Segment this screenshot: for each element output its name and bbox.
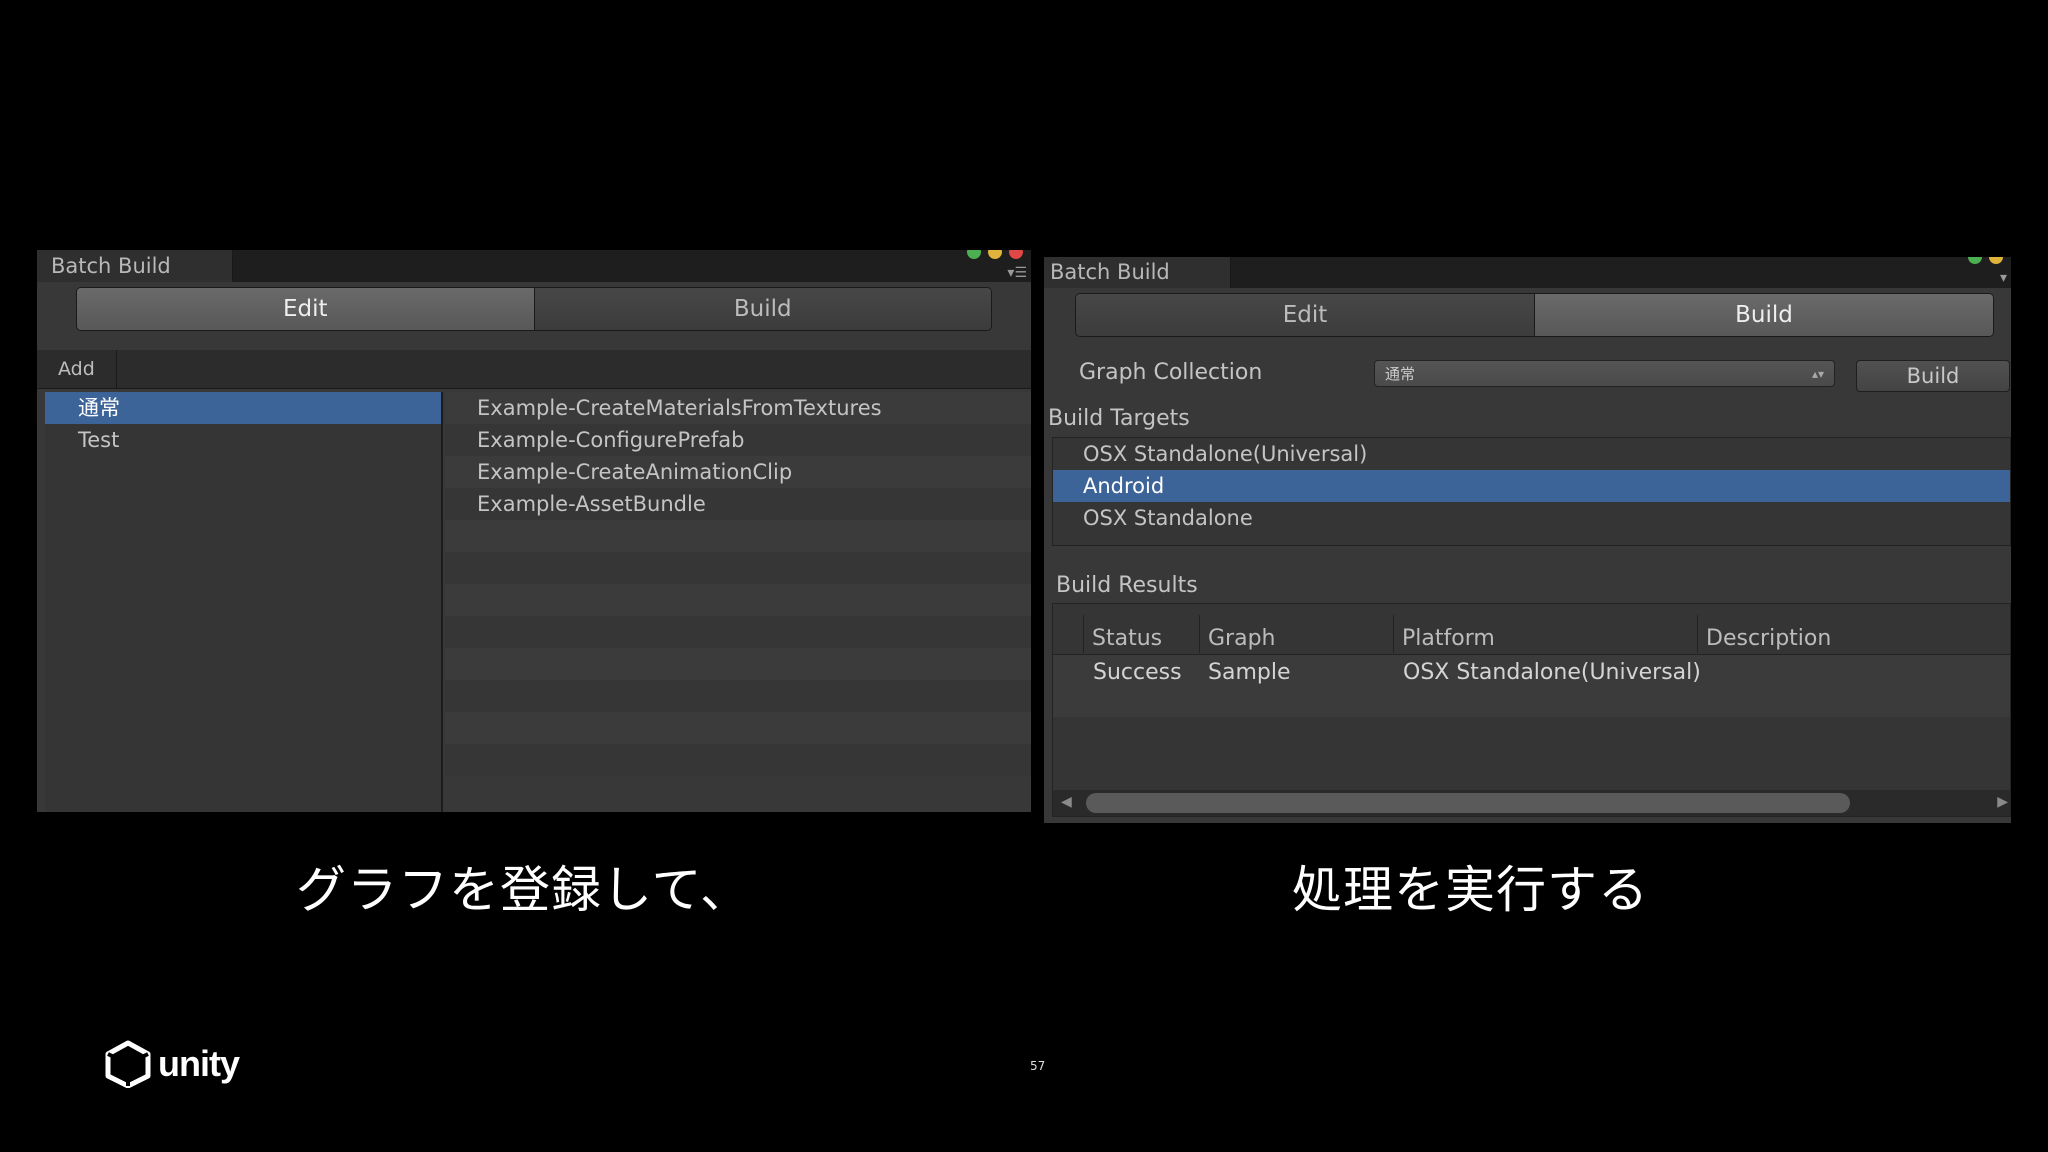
node-list-item: [445, 520, 1031, 552]
updown-arrow-icon: ▴▾: [1811, 367, 1824, 381]
node-list-item[interactable]: Example-CreateAnimationClip: [445, 456, 1031, 488]
minimize-icon[interactable]: [1989, 257, 2003, 264]
maximize-icon[interactable]: [967, 250, 981, 259]
table-row[interactable]: Success Sample OSX Standalone(Universal): [1053, 655, 2010, 717]
mode-tabs: Edit Build: [1075, 293, 1994, 337]
window-controls: [967, 250, 1023, 259]
node-list-item[interactable]: Example-AssetBundle: [445, 488, 1031, 520]
batch-build-window-edit: Batch Build ▾☰ Edit Build Add 通常 Test Ex…: [37, 250, 1031, 812]
graph-list-item[interactable]: 通常: [45, 392, 441, 424]
column-description[interactable]: Description: [1697, 615, 2011, 653]
node-list-item: [445, 744, 1031, 776]
unity-cube-icon: [105, 1040, 151, 1088]
build-results-table: Status Graph Platform Description Succes…: [1052, 603, 2011, 817]
mode-tabs: Edit Build: [76, 287, 992, 331]
graph-collection-label: Graph Collection: [1079, 360, 1263, 385]
caption-left: グラフを登録して、: [296, 861, 751, 919]
minimize-icon[interactable]: [988, 250, 1002, 259]
tab-edit[interactable]: Edit: [1076, 294, 1534, 336]
build-button[interactable]: Build: [1856, 360, 2010, 392]
column-graph[interactable]: Graph: [1199, 615, 1393, 653]
title-bar: Batch Build ▾: [1044, 257, 2011, 288]
column-status[interactable]: Status: [1083, 615, 1199, 653]
node-list-item[interactable]: Example-ConfigurePrefab: [445, 424, 1031, 456]
column-platform[interactable]: Platform: [1393, 615, 1697, 653]
close-icon[interactable]: [1009, 250, 1023, 259]
build-targets-list: OSX Standalone(Universal) Android OSX St…: [1052, 437, 2011, 546]
toolbar: Add: [37, 350, 1031, 389]
node-list-item: [445, 712, 1031, 744]
cell-status: Success: [1093, 660, 1182, 685]
cell-platform: OSX Standalone(Universal): [1403, 660, 1701, 685]
tab-build[interactable]: Build: [533, 288, 991, 330]
graph-list-item[interactable]: Test: [45, 424, 441, 456]
scroll-right-icon[interactable]: ▶: [1997, 794, 2008, 810]
node-list-item: [445, 584, 1031, 616]
build-targets-label: Build Targets: [1048, 406, 1190, 431]
tab-edit[interactable]: Edit: [77, 288, 534, 330]
batch-build-window-build: Batch Build ▾ Edit Build Graph Collectio…: [1044, 257, 2011, 823]
window-controls: [1968, 257, 2003, 264]
window-tab[interactable]: Batch Build: [37, 250, 233, 282]
node-list-item: [445, 680, 1031, 712]
unity-logo: unity: [104, 1040, 240, 1088]
scrollbar-thumb[interactable]: [1086, 793, 1850, 813]
title-bar: Batch Build ▾☰: [37, 250, 1031, 282]
tab-build[interactable]: Build: [1534, 294, 1993, 336]
horizontal-scrollbar[interactable]: ◀ ▶: [1053, 790, 2010, 816]
window-menu-icon[interactable]: ▾: [2000, 271, 2007, 285]
build-target-item[interactable]: OSX Standalone: [1053, 502, 2010, 534]
node-list-item: [445, 648, 1031, 680]
maximize-icon[interactable]: [1968, 257, 1982, 264]
graph-list: 通常 Test: [45, 392, 443, 812]
add-button[interactable]: Add: [37, 350, 117, 388]
scroll-left-icon[interactable]: ◀: [1061, 794, 1072, 810]
cell-graph: Sample: [1208, 660, 1291, 685]
build-results-label: Build Results: [1056, 573, 1198, 598]
page-number: 57: [1030, 1059, 1046, 1073]
caption-right: 処理を実行する: [1292, 861, 1649, 919]
node-list-item: [445, 552, 1031, 584]
window-tab[interactable]: Batch Build: [1044, 257, 1231, 288]
build-target-item[interactable]: OSX Standalone(Universal): [1053, 438, 2010, 470]
node-list-item[interactable]: Example-CreateMaterialsFromTextures: [445, 392, 1031, 424]
node-list-item: [445, 616, 1031, 648]
graph-collection-value: 通常: [1385, 365, 1416, 383]
graph-collection-select[interactable]: 通常 ▴▾: [1374, 360, 1835, 387]
build-target-item[interactable]: Android: [1053, 470, 2010, 502]
node-list: Example-CreateMaterialsFromTextures Exam…: [445, 392, 1031, 812]
table-header: Status Graph Platform Description: [1053, 604, 2010, 655]
window-menu-icon[interactable]: ▾☰: [1007, 266, 1027, 280]
unity-wordmark: unity: [158, 1043, 240, 1084]
